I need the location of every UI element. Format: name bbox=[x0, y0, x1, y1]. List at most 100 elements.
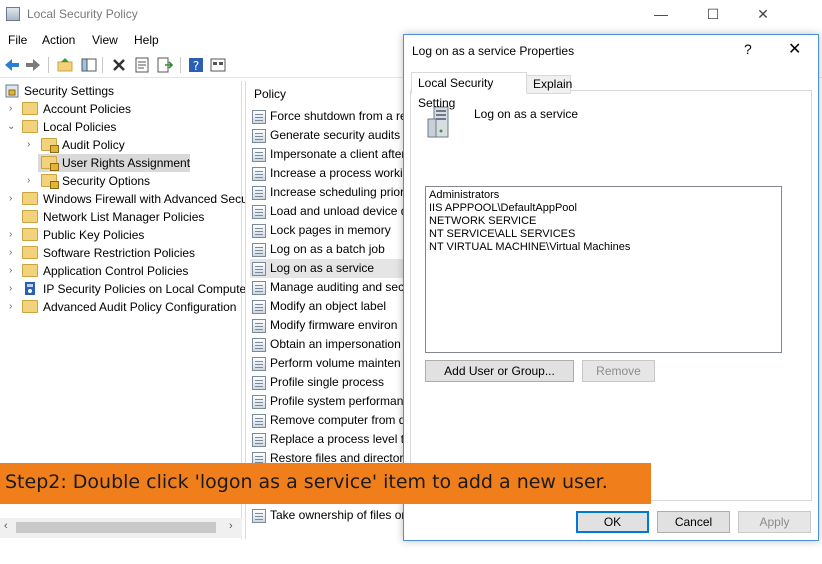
policy-row-take-ownership[interactable]: Take ownership of files or bbox=[250, 506, 405, 525]
policy-row[interactable]: Increase a process workin bbox=[250, 164, 405, 183]
dialog-close-button[interactable]: ✕ bbox=[788, 39, 801, 59]
properties-icon[interactable] bbox=[133, 56, 151, 74]
close-window-button[interactable]: ✕ bbox=[740, 3, 786, 25]
policy-row[interactable]: Manage auditing and sec bbox=[250, 278, 405, 297]
maximize-button[interactable]: ☐ bbox=[690, 3, 736, 25]
expand-chevron-icon[interactable]: › bbox=[9, 298, 19, 316]
expand-chevron-icon[interactable]: › bbox=[9, 280, 19, 298]
list-item[interactable]: IIS APPPOOL\DefaultAppPool bbox=[429, 202, 778, 215]
folder-icon bbox=[22, 210, 38, 223]
policy-row[interactable]: Modify firmware environ bbox=[250, 316, 405, 335]
policy-row[interactable]: Profile single process bbox=[250, 373, 405, 392]
policy-icon bbox=[252, 414, 266, 428]
delete-icon[interactable] bbox=[110, 56, 128, 74]
expand-chevron-icon[interactable]: › bbox=[9, 244, 19, 262]
policy-label: Force shutdown from a re bbox=[270, 109, 405, 123]
policy-label: Replace a process level to bbox=[270, 432, 405, 446]
collapse-chevron-icon[interactable]: ⌄ bbox=[7, 118, 17, 136]
menu-help[interactable]: Help bbox=[134, 33, 159, 47]
policy-icon bbox=[252, 129, 266, 143]
folder-icon bbox=[22, 264, 38, 277]
tree-label: Application Control Policies bbox=[43, 264, 189, 278]
tree-label: Audit Policy bbox=[62, 138, 125, 152]
back-arrow-icon[interactable] bbox=[3, 56, 21, 74]
policy-label: Generate security audits bbox=[270, 128, 401, 142]
folder-icon bbox=[22, 246, 38, 259]
policy-label: Remove computer from d bbox=[270, 413, 405, 427]
view-icon[interactable] bbox=[209, 56, 227, 74]
tree-label: User Rights Assignment bbox=[62, 156, 191, 170]
list-item[interactable]: NETWORK SERVICE bbox=[429, 215, 778, 228]
tree-horizontal-scrollbar[interactable]: ‹ › bbox=[0, 518, 242, 538]
menu-action[interactable]: Action bbox=[42, 33, 75, 47]
locked-folder-icon bbox=[41, 156, 59, 171]
tree-label: Security Settings bbox=[24, 84, 115, 98]
expand-chevron-icon[interactable]: › bbox=[9, 226, 19, 244]
policy-row[interactable]: Profile system performan bbox=[250, 392, 405, 411]
policy-row[interactable]: Remove computer from d bbox=[250, 411, 405, 430]
scroll-right-icon[interactable]: › bbox=[229, 520, 233, 532]
expand-chevron-icon[interactable]: › bbox=[9, 262, 19, 280]
dialog-title: Log on as a service Properties bbox=[412, 44, 575, 58]
list-item[interactable]: Administrators bbox=[429, 189, 778, 202]
policy-icon bbox=[252, 186, 266, 200]
menu-file[interactable]: File bbox=[8, 33, 27, 47]
members-listbox[interactable]: Administrators IIS APPPOOL\DefaultAppPoo… bbox=[425, 186, 782, 353]
scrollbar-thumb[interactable] bbox=[16, 522, 216, 533]
policy-row[interactable]: Force shutdown from a re bbox=[250, 107, 405, 126]
security-settings-icon bbox=[5, 84, 19, 98]
apply-button[interactable]: Apply bbox=[738, 511, 811, 533]
policy-icon bbox=[252, 509, 266, 523]
expand-chevron-icon[interactable]: › bbox=[9, 190, 19, 208]
add-user-or-group-button[interactable]: Add User or Group... bbox=[425, 360, 574, 382]
policy-row[interactable]: Lock pages in memory bbox=[250, 221, 405, 240]
up-folder-icon[interactable] bbox=[56, 56, 74, 74]
policy-row[interactable]: Log on as a batch job bbox=[250, 240, 405, 259]
help-button[interactable]: ? bbox=[744, 41, 752, 57]
policy-row[interactable]: Log on as a service bbox=[250, 259, 405, 278]
policy-icon bbox=[252, 148, 266, 162]
folder-icon bbox=[22, 102, 38, 115]
minimize-button[interactable]: — bbox=[638, 3, 684, 25]
policy-row[interactable]: Obtain an impersonation bbox=[250, 335, 405, 354]
tree-label: Local Policies bbox=[43, 120, 117, 134]
policy-row[interactable]: Load and unload device d bbox=[250, 202, 405, 221]
window-title: Local Security Policy bbox=[27, 7, 138, 21]
policy-icon bbox=[252, 395, 266, 409]
folder-icon bbox=[22, 120, 38, 133]
policy-label: Modify firmware environ bbox=[270, 318, 398, 332]
remove-button[interactable]: Remove bbox=[582, 360, 655, 382]
policy-row[interactable]: Replace a process level to bbox=[250, 430, 405, 449]
policy-icon bbox=[252, 262, 266, 276]
policy-row[interactable]: Increase scheduling prior bbox=[250, 183, 405, 202]
policy-row[interactable]: Impersonate a client after bbox=[250, 145, 405, 164]
scroll-left-icon[interactable]: ‹ bbox=[4, 520, 8, 532]
folder-icon bbox=[22, 300, 38, 313]
policy-row[interactable]: Generate security audits bbox=[250, 126, 405, 145]
expand-chevron-icon[interactable]: › bbox=[27, 172, 37, 190]
policy-row[interactable]: Modify an object label bbox=[250, 297, 405, 316]
policy-icon bbox=[252, 319, 266, 333]
list-item[interactable]: NT VIRTUAL MACHINE\Virtual Machines bbox=[429, 241, 778, 254]
policy-column-header[interactable]: Policy bbox=[254, 87, 286, 101]
cancel-button[interactable]: Cancel bbox=[657, 511, 730, 533]
menu-view[interactable]: View bbox=[92, 33, 118, 47]
policy-row[interactable]: Perform volume mainten bbox=[250, 354, 405, 373]
tab-local-security-setting[interactable]: Local Security Setting bbox=[411, 72, 527, 110]
policy-icon bbox=[252, 224, 266, 238]
help-icon[interactable]: ? bbox=[187, 56, 205, 74]
ok-button[interactable]: OK bbox=[576, 511, 649, 533]
policy-label: Increase a process workin bbox=[270, 166, 405, 180]
expand-chevron-icon[interactable]: › bbox=[27, 136, 37, 154]
policy-icon bbox=[252, 433, 266, 447]
expand-chevron-icon[interactable]: › bbox=[9, 100, 19, 118]
title-bar: Local Security Policy — ☐ ✕ bbox=[0, 0, 822, 28]
dialog-tab-content: Log on as a service Administrators IIS A… bbox=[410, 90, 812, 501]
show-hide-tree-icon[interactable] bbox=[80, 56, 98, 74]
export-list-icon[interactable] bbox=[156, 56, 174, 74]
forward-arrow-icon[interactable] bbox=[24, 56, 42, 74]
tab-explain[interactable]: Explain bbox=[526, 75, 572, 94]
instruction-banner: Step2: Double click 'logon as a service'… bbox=[0, 463, 651, 504]
list-item[interactable]: NT SERVICE\ALL SERVICES bbox=[429, 228, 778, 241]
policy-icon bbox=[252, 281, 266, 295]
